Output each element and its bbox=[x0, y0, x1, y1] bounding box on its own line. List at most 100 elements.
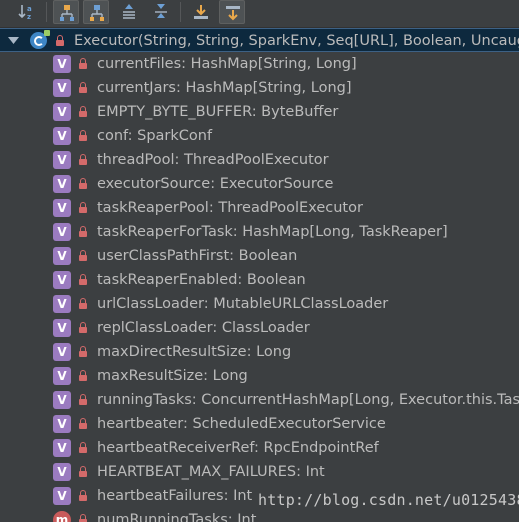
lock-icon bbox=[79, 346, 87, 357]
tree-member-row[interactable]: V HEARTBEAT_MAX_FAILURES: Int bbox=[0, 460, 519, 484]
tree-member-row[interactable]: VcurrentFiles: HashMap[String, Long] bbox=[0, 52, 519, 76]
sort-alphabetically-button[interactable]: a z bbox=[14, 0, 40, 24]
svg-text:z: z bbox=[27, 13, 31, 21]
val-field-icon: V bbox=[53, 271, 71, 289]
lock-icon bbox=[79, 322, 87, 333]
val-field-icon: V bbox=[53, 103, 71, 121]
val-field-icon: V bbox=[53, 463, 71, 481]
expand-all-icon bbox=[123, 4, 135, 19]
show-fields-icon bbox=[60, 5, 74, 21]
val-field-icon: V bbox=[53, 319, 71, 337]
autoscroll-from-source-button[interactable] bbox=[219, 0, 245, 24]
tree-member-label: taskReaperPool: ThreadPoolExecutor bbox=[97, 200, 363, 216]
val-field-icon: V bbox=[53, 439, 71, 457]
tree-member-label: numRunningTasks: Int bbox=[97, 512, 257, 522]
val-field-icon: V bbox=[53, 367, 71, 385]
val-field-icon: V bbox=[53, 223, 71, 241]
lock-icon bbox=[79, 490, 87, 501]
tree-member-row[interactable]: VexecutorSource: ExecutorSource bbox=[0, 172, 519, 196]
lock-icon bbox=[79, 130, 87, 141]
tree-member-row[interactable]: V EMPTY_BYTE_BUFFER: ByteBuffer bbox=[0, 100, 519, 124]
tree-member-row[interactable]: m numRunningTasks: Int bbox=[0, 508, 519, 522]
tree-member-row[interactable]: VtaskReaperForTask: HashMap[Long, TaskRe… bbox=[0, 220, 519, 244]
lock-icon bbox=[79, 250, 87, 261]
val-field-icon: V bbox=[53, 415, 71, 433]
lock-icon bbox=[79, 394, 87, 405]
lock-icon bbox=[79, 370, 87, 381]
tree-member-row[interactable]: VmaxDirectResultSize: Long bbox=[0, 340, 519, 364]
tree-member-row[interactable]: VtaskReaperEnabled: Boolean bbox=[0, 268, 519, 292]
lock-icon bbox=[79, 274, 87, 285]
tree-member-label: runningTasks: ConcurrentHashMap[Long, Ex… bbox=[97, 392, 519, 408]
tree-member-row[interactable]: VrunningTasks: ConcurrentHashMap[Long, E… bbox=[0, 388, 519, 412]
tree-member-label: currentJars: HashMap[String, Long] bbox=[97, 80, 352, 96]
lock-icon bbox=[79, 298, 87, 309]
tree-member-row[interactable]: VcurrentJars: HashMap[String, Long] bbox=[0, 76, 519, 100]
method-icon: m bbox=[53, 511, 71, 522]
tree-member-row[interactable]: VmaxResultSize: Long bbox=[0, 364, 519, 388]
autoscroll-to-source-button[interactable] bbox=[188, 0, 214, 24]
tree-member-label: executorSource: ExecutorSource bbox=[97, 176, 334, 192]
tree-member-row[interactable]: Vconf: SparkConf bbox=[0, 124, 519, 148]
chevron-down-icon[interactable] bbox=[8, 37, 19, 45]
tree-member-label: userClassPathFirst: Boolean bbox=[97, 248, 298, 264]
tree-member-row[interactable]: VuserClassPathFirst: Boolean bbox=[0, 244, 519, 268]
tree-member-row[interactable]: VreplClassLoader: ClassLoader bbox=[0, 316, 519, 340]
lock-icon bbox=[79, 58, 87, 69]
tree-member-row[interactable]: VthreadPool: ThreadPoolExecutor bbox=[0, 148, 519, 172]
tree-root-label: Executor(String, String, SparkEnv, Seq[U… bbox=[74, 33, 519, 49]
collapse-all-button[interactable] bbox=[148, 0, 174, 24]
lock-icon bbox=[79, 154, 87, 165]
structure-tree: Executor(String, String, SparkEnv, Seq[U… bbox=[0, 28, 519, 522]
val-field-icon: V bbox=[53, 199, 71, 217]
val-field-icon: V bbox=[53, 295, 71, 313]
show-fields-button[interactable] bbox=[53, 0, 79, 24]
show-inherited-button[interactable] bbox=[83, 0, 109, 24]
lock-icon bbox=[79, 202, 87, 213]
tree-member-label: urlClassLoader: MutableURLClassLoader bbox=[97, 296, 389, 312]
lock-icon bbox=[79, 82, 87, 93]
val-field-icon: V bbox=[53, 487, 71, 505]
show-inherited-icon bbox=[90, 5, 104, 21]
val-field-icon: V bbox=[53, 127, 71, 145]
toolbar-separator bbox=[180, 2, 181, 22]
val-field-icon: V bbox=[53, 175, 71, 193]
structure-toolbar: a z bbox=[0, 0, 519, 28]
sort-alphabetically-icon: a z bbox=[18, 5, 32, 21]
tree-member-label: heartbeatFailures: Int bbox=[97, 488, 253, 504]
val-field-icon: V bbox=[53, 343, 71, 361]
tree-member-label: HEARTBEAT_MAX_FAILURES: Int bbox=[97, 464, 325, 480]
collapse-all-icon bbox=[155, 4, 167, 18]
tree-member-row[interactable]: VurlClassLoader: MutableURLClassLoader bbox=[0, 292, 519, 316]
tree-member-row[interactable]: Vheartbeater: ScheduledExecutorService bbox=[0, 412, 519, 436]
tree-member-row[interactable]: VtaskReaperPool: ThreadPoolExecutor bbox=[0, 196, 519, 220]
val-field-icon: V bbox=[53, 55, 71, 73]
class-badge-icon bbox=[44, 30, 50, 36]
svg-text:a: a bbox=[27, 5, 32, 13]
tree-member-row[interactable]: VheartbeatReceiverRef: RpcEndpointRef bbox=[0, 436, 519, 460]
val-field-icon: V bbox=[53, 151, 71, 169]
lock-icon bbox=[79, 514, 87, 522]
tree-root-executor-class[interactable]: Executor(String, String, SparkEnv, Seq[U… bbox=[0, 28, 519, 52]
lock-icon bbox=[79, 466, 87, 477]
lock-icon bbox=[79, 418, 87, 429]
lock-icon bbox=[79, 106, 87, 117]
autoscroll-to-source-icon bbox=[194, 5, 208, 19]
tree-member-label: heartbeatReceiverRef: RpcEndpointRef bbox=[97, 440, 379, 456]
watermark-text: http://blog.csdn.net/u012543819 bbox=[258, 491, 519, 509]
val-field-icon: V bbox=[53, 247, 71, 265]
lock-icon bbox=[79, 442, 87, 453]
tree-member-label: taskReaperEnabled: Boolean bbox=[97, 272, 306, 288]
tree-member-label: maxResultSize: Long bbox=[97, 368, 248, 384]
tree-member-label: replClassLoader: ClassLoader bbox=[97, 320, 310, 336]
expand-all-button[interactable] bbox=[116, 0, 142, 24]
val-field-icon: V bbox=[53, 79, 71, 97]
tree-member-label: heartbeater: ScheduledExecutorService bbox=[97, 416, 386, 432]
lock-icon bbox=[79, 178, 87, 189]
lock-icon bbox=[56, 35, 64, 46]
toolbar-separator bbox=[46, 2, 47, 22]
tree-member-label: threadPool: ThreadPoolExecutor bbox=[97, 152, 329, 168]
tree-member-label: conf: SparkConf bbox=[97, 128, 213, 144]
tree-member-label: currentFiles: HashMap[String, Long] bbox=[97, 56, 357, 72]
tree-member-label: maxDirectResultSize: Long bbox=[97, 344, 292, 360]
